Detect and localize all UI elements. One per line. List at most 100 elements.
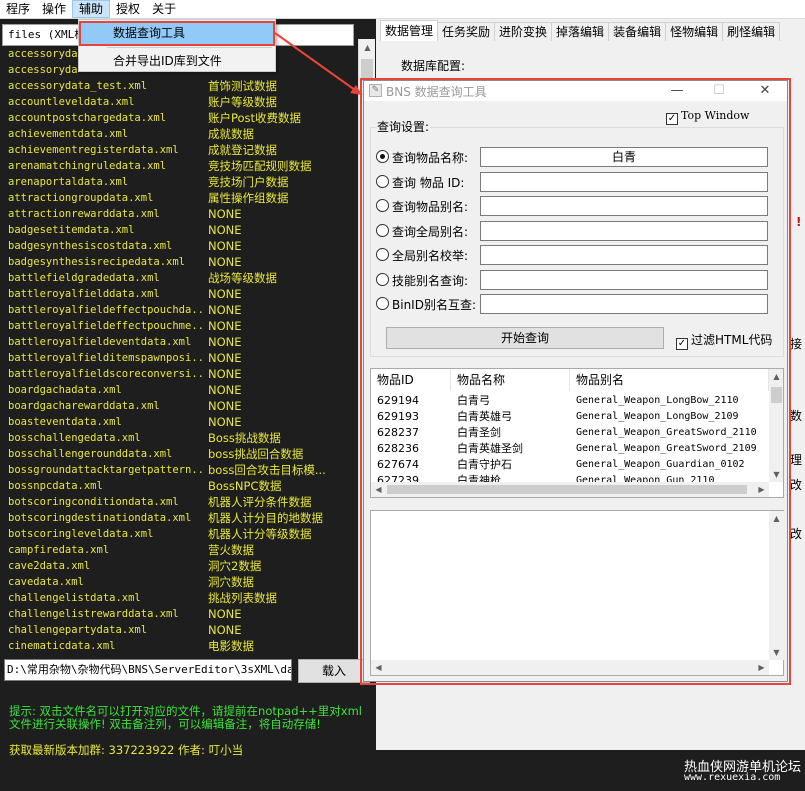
- file-name[interactable]: battleroyalfieldscoreconversi...: [8, 366, 204, 382]
- file-row[interactable]: accountleveldata.xml 账户等级数据: [0, 94, 358, 110]
- file-name[interactable]: campfiredata.xml: [8, 542, 204, 558]
- file-note[interactable]: NONE: [208, 398, 242, 414]
- file-name[interactable]: battleroyalfieldeffectpouchme...: [8, 318, 204, 334]
- file-row[interactable]: cave2data.xml 洞穴2数据: [0, 558, 358, 574]
- file-row[interactable]: achievementregisterdata.xml 成就登记数据: [0, 142, 358, 158]
- file-row[interactable]: cinematicdata.xml 电影数据: [0, 638, 358, 654]
- menu-about[interactable]: 关于: [146, 0, 182, 18]
- file-row[interactable]: cavedata.xml 洞穴数据: [0, 574, 358, 590]
- file-row[interactable]: achievementdata.xml 成就数据: [0, 126, 358, 142]
- file-note[interactable]: 竞技场匹配规则数据: [208, 158, 312, 174]
- file-name[interactable]: accountpostchargedata.xml: [8, 110, 204, 126]
- file-note[interactable]: BossNPC数据: [208, 478, 281, 494]
- file-row[interactable]: challengelistrewarddata.xml NONE: [0, 606, 358, 622]
- file-row[interactable]: arenamatchingruledata.xml 竞技场匹配规则数据: [0, 158, 358, 174]
- file-name[interactable]: arenamatchingruledata.xml: [8, 158, 204, 174]
- file-name[interactable]: cavedata.xml: [8, 574, 204, 590]
- file-note[interactable]: 首饰测试数据: [208, 78, 277, 94]
- menu-assist[interactable]: 辅助: [72, 0, 111, 18]
- file-note[interactable]: 洞穴2数据: [208, 558, 261, 574]
- file-name[interactable]: bosschallengerounddata.xml: [8, 446, 204, 462]
- file-name[interactable]: accessorydata_test.xml: [8, 78, 204, 94]
- file-name[interactable]: bossnpcdata.xml: [8, 478, 204, 494]
- file-row[interactable]: battlefieldgradedata.xml 战场等级数据: [0, 270, 358, 286]
- file-note[interactable]: NONE: [208, 414, 242, 430]
- file-name[interactable]: bosschallengedata.xml: [8, 430, 204, 446]
- file-name[interactable]: boardgachadata.xml: [8, 382, 204, 398]
- file-note[interactable]: 机器人计分等级数据: [208, 526, 312, 542]
- file-row[interactable]: badgesynthesiscostdata.xml NONE: [0, 238, 358, 254]
- file-note[interactable]: NONE: [208, 222, 242, 238]
- file-note[interactable]: NONE: [208, 606, 242, 622]
- file-note[interactable]: 挑战列表数据: [208, 590, 277, 606]
- file-list[interactable]: accessorydata值accessorydaaccessorydata_t…: [0, 46, 358, 664]
- file-note[interactable]: boss回合攻击目标模...: [208, 462, 326, 478]
- file-note[interactable]: NONE: [208, 302, 242, 318]
- file-row[interactable]: battleroyalfielddata.xml NONE: [0, 286, 358, 302]
- file-note[interactable]: NONE: [208, 238, 242, 254]
- file-note[interactable]: 机器人计分目的地数据: [208, 510, 323, 526]
- file-note[interactable]: 战场等级数据: [208, 270, 277, 286]
- file-row[interactable]: bossnpcdata.xml BossNPC数据: [0, 478, 358, 494]
- file-row[interactable]: battleroyalfieldscoreconversi... NONE: [0, 366, 358, 382]
- file-name[interactable]: botscoringdestinationdata.xml: [8, 510, 204, 526]
- file-name[interactable]: cave2data.xml: [8, 558, 204, 574]
- file-row[interactable]: bosschallengerounddata.xml boss挑战回合数据: [0, 446, 358, 462]
- file-note[interactable]: 账户等级数据: [208, 94, 277, 110]
- file-note[interactable]: 电影数据: [208, 638, 254, 654]
- file-row[interactable]: accountpostchargedata.xml 账户Post收费数据: [0, 110, 358, 126]
- file-row[interactable]: challengepartydata.xml NONE: [0, 622, 358, 638]
- file-name[interactable]: botscoringconditiondata.xml: [8, 494, 204, 510]
- tab-spawn-edit[interactable]: 刷怪编辑: [722, 22, 781, 41]
- file-name[interactable]: cinematicdata.xml: [8, 638, 204, 654]
- file-name[interactable]: challengepartydata.xml: [8, 622, 204, 638]
- file-name[interactable]: badgesynthesisrecipedata.xml: [8, 254, 204, 270]
- file-note[interactable]: Boss挑战数据: [208, 430, 281, 446]
- file-note[interactable]: 营火数据: [208, 542, 254, 558]
- file-note[interactable]: NONE: [208, 318, 242, 334]
- path-input[interactable]: D:\常用杂物\杂物代码\BNS\ServerEditor\3sXML\dat:: [4, 659, 292, 681]
- file-name[interactable]: accountleveldata.xml: [8, 94, 204, 110]
- file-row[interactable]: badgesynthesisrecipedata.xml NONE: [0, 254, 358, 270]
- file-row[interactable]: bosschallengedata.xml Boss挑战数据: [0, 430, 358, 446]
- file-note[interactable]: boss挑战回合数据: [208, 446, 303, 462]
- file-name[interactable]: boasteventdata.xml: [8, 414, 204, 430]
- file-row[interactable]: challengelistdata.xml 挑战列表数据: [0, 590, 358, 606]
- tab-quest-reward[interactable]: 任务奖励: [437, 22, 496, 41]
- file-row[interactable]: bossgroundattacktargetpattern... boss回合攻击…: [0, 462, 358, 478]
- file-name[interactable]: attractionrewarddata.xml: [8, 206, 204, 222]
- file-name[interactable]: challengelistdata.xml: [8, 590, 204, 606]
- file-name[interactable]: badgesetitemdata.xml: [8, 222, 204, 238]
- menu-program[interactable]: 程序: [0, 0, 36, 18]
- file-note[interactable]: 成就数据: [208, 126, 254, 142]
- file-note[interactable]: NONE: [208, 350, 242, 366]
- file-row[interactable]: battleroyalfieldeventdata.xml NONE: [0, 334, 358, 350]
- tab-drop-edit[interactable]: 掉落编辑: [551, 22, 610, 41]
- file-row[interactable]: arenaportaldata.xml 竞技场门户数据: [0, 174, 358, 190]
- file-name[interactable]: achievementregisterdata.xml: [8, 142, 204, 158]
- file-note[interactable]: 竞技场门户数据: [208, 174, 289, 190]
- file-note[interactable]: NONE: [208, 622, 242, 638]
- file-name[interactable]: battleroyalfieldeventdata.xml: [8, 334, 204, 350]
- file-name[interactable]: arenaportaldata.xml: [8, 174, 204, 190]
- file-note[interactable]: 洞穴数据: [208, 574, 254, 590]
- file-row[interactable]: attractionrewarddata.xml NONE: [0, 206, 358, 222]
- file-name[interactable]: bossgroundattacktargetpattern...: [8, 462, 204, 478]
- file-row[interactable]: attractiongroupdata.xml 属性操作组数据: [0, 190, 358, 206]
- file-row[interactable]: battleroyalfieldeffectpouchda... NONE: [0, 302, 358, 318]
- tab-equipment-edit[interactable]: 装备编辑: [608, 22, 667, 41]
- file-name[interactable]: attractiongroupdata.xml: [8, 190, 204, 206]
- file-row[interactable]: boasteventdata.xml NONE: [0, 414, 358, 430]
- file-row[interactable]: campfiredata.xml 营火数据: [0, 542, 358, 558]
- file-name[interactable]: battleroyalfielddata.xml: [8, 286, 204, 302]
- file-row[interactable]: botscoringconditiondata.xml 机器人评分条件数据: [0, 494, 358, 510]
- menu-license[interactable]: 授权: [110, 0, 146, 18]
- file-name[interactable]: challengelistrewarddata.xml: [8, 606, 204, 622]
- scroll-up-icon[interactable]: ▲: [359, 39, 376, 56]
- file-name[interactable]: boardgacharewarddata.xml: [8, 398, 204, 414]
- file-row[interactable]: badgesetitemdata.xml NONE: [0, 222, 358, 238]
- file-note[interactable]: NONE: [208, 382, 242, 398]
- file-note[interactable]: NONE: [208, 206, 242, 222]
- tab-advance-transform[interactable]: 进阶变换: [494, 22, 553, 41]
- file-note[interactable]: NONE: [208, 286, 242, 302]
